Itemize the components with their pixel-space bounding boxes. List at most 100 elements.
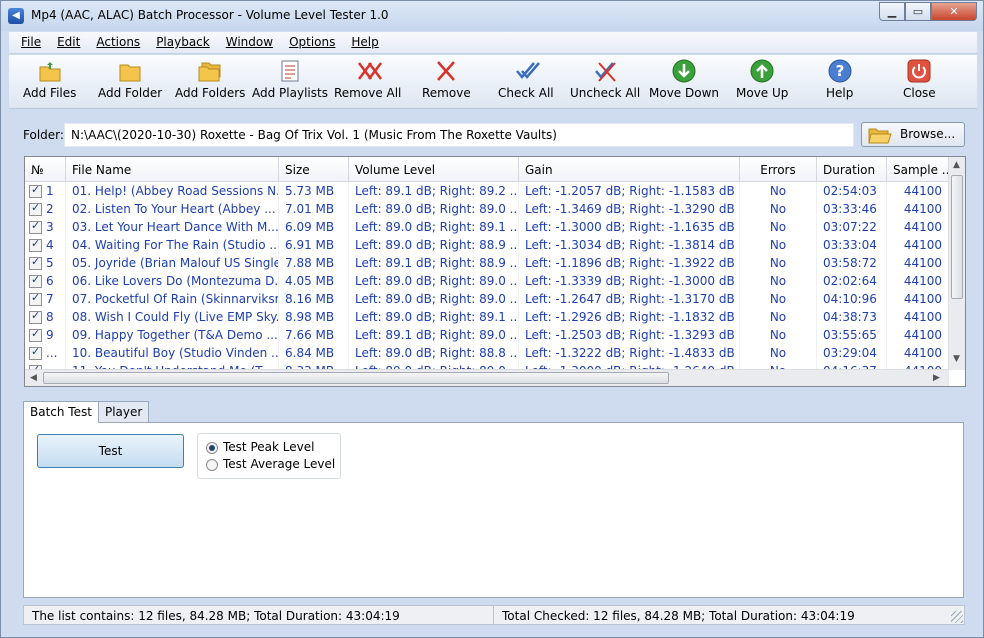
add-folder-button[interactable]: Add Folder: [98, 59, 162, 100]
cell-name: 09. Happy Together (T&A Demo ...: [66, 326, 279, 344]
move-up-button[interactable]: Move Up: [736, 59, 788, 100]
row-checkbox[interactable]: [29, 345, 42, 360]
folder-path-field[interactable]: N:\AAC\(2020-10-30) Roxette - Bag Of Tri…: [64, 123, 854, 147]
menu-edit[interactable]: Edit: [49, 32, 88, 53]
radio-test-peak-level[interactable]: Test Peak Level: [206, 440, 340, 457]
table-row[interactable]: 606. Like Lovers Do (Montezuma D...4.05 …: [25, 272, 949, 290]
cell-gain: Left: -1.3339 dB; Right: -1.3000 dB: [519, 272, 740, 290]
scroll-left-arrow-icon[interactable]: ◀: [30, 373, 37, 383]
row-checkbox[interactable]: [29, 273, 42, 288]
row-checkbox[interactable]: [29, 183, 42, 198]
col-duration[interactable]: Duration: [817, 157, 887, 182]
tab-batch-test[interactable]: Batch Test: [23, 401, 99, 423]
cell-gain: Left: -1.3469 dB; Right: -1.3290 dB: [519, 200, 740, 218]
table-row[interactable]: 101. Help! (Abbey Road Sessions N...5.73…: [25, 182, 949, 200]
cell-name: 04. Waiting For The Rain (Studio ...: [66, 236, 279, 254]
cell-name: 07. Pocketful Of Rain (Skinnarviksri...: [66, 290, 279, 308]
table-row[interactable]: 505. Joyride (Brian Malouf US Single...7…: [25, 254, 949, 272]
row-checkbox[interactable]: [29, 327, 42, 342]
cell-n: 7: [42, 290, 66, 308]
cell-sample: 44100: [887, 290, 949, 308]
help-button[interactable]: ? Help: [826, 59, 853, 100]
bottom-tabs: Batch Test Player: [23, 401, 150, 423]
col-sample[interactable]: Sample ...: [887, 157, 949, 182]
close-window-button[interactable]: ✕: [931, 2, 977, 21]
help-icon: ?: [828, 59, 852, 83]
cell-n: 8: [42, 308, 66, 326]
cell-n: 9: [42, 326, 66, 344]
menu-window[interactable]: Window: [218, 32, 281, 53]
col-gain[interactable]: Gain: [519, 157, 740, 182]
cell-duration: 04:38:73: [817, 308, 887, 326]
col-errors[interactable]: Errors: [740, 157, 817, 182]
close-button[interactable]: Close: [903, 59, 936, 100]
cell-volume: Left: 89.0 dB; Right: 89.0 ...: [349, 272, 519, 290]
table-row[interactable]: 808. Wish I Could Fly (Live EMP Sky...8.…: [25, 308, 949, 326]
menu-actions[interactable]: Actions: [88, 32, 148, 53]
radio-test-average-level[interactable]: Test Average Level: [206, 457, 340, 474]
uncheck-all-button[interactable]: Uncheck All: [570, 59, 640, 100]
add-folders-button[interactable]: Add Folders: [175, 59, 245, 100]
table-row[interactable]: ...10. Beautiful Boy (Studio Vinden ...6…: [25, 344, 949, 362]
toolbar: Add Files Add Folder Add Folders Add Pla…: [9, 55, 977, 109]
cell-gain: Left: -1.2647 dB; Right: -1.3170 dB: [519, 290, 740, 308]
col-file-name[interactable]: File Name: [66, 157, 279, 182]
row-checkbox[interactable]: [29, 291, 42, 306]
cell-duration: 02:02:64: [817, 272, 887, 290]
add-folder-icon: [118, 59, 142, 83]
move-up-label: Move Up: [736, 86, 789, 100]
cell-errors: No: [740, 236, 817, 254]
cell-n: 4: [42, 236, 66, 254]
minimize-button[interactable]: ▁: [879, 2, 905, 21]
maximize-button[interactable]: ▭: [905, 2, 931, 21]
row-checkbox[interactable]: [29, 309, 42, 324]
cell-gain: Left: -1.2926 dB; Right: -1.1832 dB: [519, 308, 740, 326]
table-row[interactable]: 909. Happy Together (T&A Demo ...7.66 MB…: [25, 326, 949, 344]
cell-gain: Left: -1.3222 dB; Right: -1.4833 dB: [519, 344, 740, 362]
menu-file[interactable]: File: [13, 32, 49, 53]
scroll-right-arrow-icon[interactable]: ▶: [933, 373, 940, 383]
browse-button[interactable]: Browse...: [861, 122, 965, 147]
horizontal-scrollbar[interactable]: ◀ ▶: [25, 369, 949, 386]
row-checkbox[interactable]: [29, 255, 42, 270]
table-row[interactable]: 404. Waiting For The Rain (Studio ...6.9…: [25, 236, 949, 254]
move-up-icon: [750, 59, 774, 83]
table-row[interactable]: 303. Let Your Heart Dance With M...6.09 …: [25, 218, 949, 236]
add-files-button[interactable]: Add Files: [23, 59, 76, 100]
table-row[interactable]: 202. Listen To Your Heart (Abbey ...7.01…: [25, 200, 949, 218]
cell-name: 02. Listen To Your Heart (Abbey ...: [66, 200, 279, 218]
scroll-up-arrow-icon[interactable]: ▲: [953, 160, 960, 170]
col-size[interactable]: Size: [279, 157, 349, 182]
table-row[interactable]: 707. Pocketful Of Rain (Skinnarviksri...…: [25, 290, 949, 308]
check-all-button[interactable]: Check All: [498, 59, 554, 100]
row-checkbox[interactable]: [29, 237, 42, 252]
move-down-button[interactable]: Move Down: [649, 59, 719, 100]
cell-size: 7.01 MB: [279, 200, 349, 218]
cell-n: 5: [42, 254, 66, 272]
horizontal-scroll-thumb[interactable]: [43, 372, 669, 384]
scroll-down-arrow-icon[interactable]: ▼: [953, 354, 960, 364]
resize-grip-icon[interactable]: [951, 611, 963, 623]
cell-n: 1: [42, 182, 66, 200]
cell-duration: 02:54:03: [817, 182, 887, 200]
col-volume-level[interactable]: Volume Level: [349, 157, 519, 182]
cell-name: 05. Joyride (Brian Malouf US Single...: [66, 254, 279, 272]
tab-player[interactable]: Player: [97, 401, 150, 422]
menu-options[interactable]: Options: [281, 32, 343, 53]
col-number[interactable]: №: [25, 157, 66, 182]
row-checkbox[interactable]: [29, 219, 42, 234]
row-checkbox[interactable]: [29, 201, 42, 216]
remove-button[interactable]: Remove: [422, 59, 471, 100]
vertical-scrollbar[interactable]: ▲ ▼: [948, 157, 965, 370]
menu-help[interactable]: Help: [343, 32, 386, 53]
cell-volume: Left: 89.0 dB; Right: 88.9 ...: [349, 236, 519, 254]
test-button[interactable]: Test: [37, 434, 184, 468]
remove-all-button[interactable]: Remove All: [334, 59, 401, 100]
help-label: Help: [826, 86, 854, 100]
vertical-scroll-thumb[interactable]: [951, 175, 963, 299]
add-playlists-button[interactable]: Add Playlists: [252, 59, 328, 100]
menu-playback[interactable]: Playback: [148, 32, 218, 53]
remove-label: Remove: [422, 86, 471, 100]
cell-volume: Left: 89.0 dB; Right: 89.1 ...: [349, 308, 519, 326]
cell-volume: Left: 89.0 dB; Right: 89.1 ...: [349, 218, 519, 236]
